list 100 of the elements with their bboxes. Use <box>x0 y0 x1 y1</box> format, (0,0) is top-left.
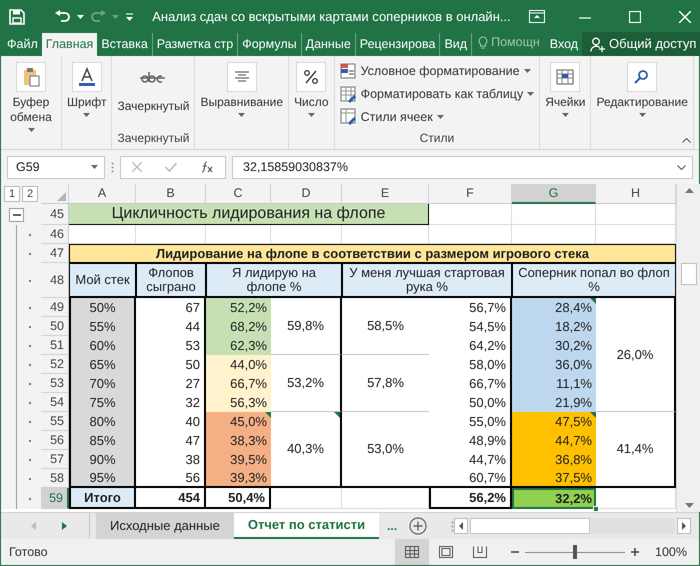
ribbon-button[interactable]: Ячейки <box>543 60 588 147</box>
row-header[interactable]: 51 <box>41 336 69 355</box>
expand-icon[interactable] <box>677 164 686 170</box>
row-header[interactable]: 56 <box>41 431 69 450</box>
ribbon-tab[interactable]: Главная <box>42 33 98 56</box>
scroll-right-icon[interactable] <box>677 518 691 534</box>
ribbon-button[interactable]: Выравнивание <box>198 60 286 147</box>
view-button[interactable] <box>395 539 430 565</box>
grip-icon <box>111 162 114 172</box>
column-header[interactable]: G <box>512 184 596 204</box>
undo-icon[interactable] <box>55 10 71 24</box>
name-box[interactable]: G59 <box>7 156 105 178</box>
column-header[interactable]: A <box>69 184 136 204</box>
caret-icon[interactable] <box>77 14 84 18</box>
table-cell: 56 <box>136 469 206 488</box>
column-header[interactable]: B <box>136 184 206 204</box>
ribbon-button[interactable]: Шрифт <box>65 60 108 147</box>
zoom-slider-thumb[interactable] <box>573 544 578 558</box>
table-cell: 65% <box>69 355 136 374</box>
caret-icon[interactable] <box>527 92 534 96</box>
page-layout-icon <box>439 546 454 558</box>
sign-in-link[interactable]: Вход <box>546 33 582 56</box>
column-heading: Я лидирую на флопе % <box>206 263 342 298</box>
caret-icon[interactable] <box>28 128 34 132</box>
row-header[interactable]: 54 <box>41 393 69 412</box>
ribbon-display-icon[interactable] <box>529 10 545 23</box>
next-sheet-icon[interactable] <box>62 522 67 530</box>
column-header[interactable]: E <box>342 184 429 204</box>
ribbon-button[interactable]: Зачеркнутый <box>115 60 192 129</box>
share-button[interactable]: Общий доступ <box>582 32 700 56</box>
column-header[interactable]: D <box>271 184 342 204</box>
column-heading: Соперник попал во флоп % <box>512 263 676 298</box>
table-cell: 53,2% <box>271 355 342 412</box>
zoom-level[interactable]: 100% <box>655 542 687 562</box>
outline-level-button[interactable]: 2 <box>22 186 38 202</box>
ribbon-button[interactable]: Условное форматирование <box>338 61 536 82</box>
scroll-down-icon[interactable] <box>684 503 694 508</box>
caret-icon[interactable] <box>638 113 646 117</box>
new-sheet-icon[interactable] <box>409 517 428 535</box>
table-cell: 36,8% <box>512 450 596 469</box>
column-header[interactable]: C <box>206 184 271 204</box>
collapse-ribbon-icon[interactable] <box>682 138 691 143</box>
collapse-button[interactable] <box>9 208 24 222</box>
table-cell: 39,3% <box>206 469 271 488</box>
formula-field[interactable]: 32,15859030837% <box>232 156 693 178</box>
row-header[interactable]: 52 <box>41 355 69 374</box>
caret-icon[interactable] <box>238 113 246 117</box>
ribbon-tab[interactable]: Файл <box>3 33 42 56</box>
group-label: Зачеркнутый <box>117 130 190 147</box>
close-icon[interactable] <box>679 10 691 22</box>
table-title: Цикличность лидирования на флопе <box>69 204 429 225</box>
scroll-up-icon[interactable] <box>684 188 694 193</box>
row-header[interactable]: 48 <box>41 263 69 298</box>
lightbulb-icon[interactable] <box>478 36 488 50</box>
redo-icon <box>90 10 106 24</box>
table-cell: 56,2% <box>429 488 512 509</box>
row-header[interactable]: 55 <box>41 412 69 431</box>
customize-menu-icon[interactable] <box>125 12 134 20</box>
row-header[interactable]: 59 <box>41 488 69 509</box>
row-header[interactable]: 47 <box>41 244 69 263</box>
page-break-icon <box>473 546 488 558</box>
table-cell: 55% <box>69 317 136 336</box>
caret-icon[interactable] <box>524 69 531 74</box>
caret-icon[interactable] <box>562 113 569 117</box>
row-header[interactable]: 50 <box>41 317 69 336</box>
maximize-icon[interactable] <box>629 10 641 22</box>
sheet-cell <box>271 225 342 244</box>
row-header[interactable]: 58 <box>41 469 69 488</box>
caret-icon[interactable] <box>83 113 90 117</box>
row-header[interactable]: 45 <box>41 204 69 225</box>
table-cell: 21,9% <box>512 393 596 412</box>
caret-icon[interactable] <box>308 113 315 117</box>
column-heading: Флопов сыграно <box>136 263 206 298</box>
table-cell: 38,3% <box>206 431 271 450</box>
ribbon-button[interactable]: Форматировать как таблицу <box>338 84 536 104</box>
save-icon[interactable] <box>9 8 25 24</box>
row-header[interactable]: 46 <box>41 225 69 244</box>
scrollbar-thumb[interactable] <box>470 518 590 534</box>
row-header[interactable]: 57 <box>41 450 69 469</box>
window-title: Анализ сдач со вскрытыми картами соперников в онлайн... <box>151 8 512 26</box>
ribbon-button[interactable]: Редактирование <box>594 60 690 147</box>
sheet-tab[interactable]: Исходные данные <box>96 513 234 539</box>
row-header[interactable]: 53 <box>41 374 69 393</box>
scroll-left-icon[interactable] <box>454 518 468 534</box>
fill-handle[interactable] <box>593 506 599 512</box>
ribbon-button[interactable]: Буфер обмена <box>4 60 58 147</box>
sheet-tab[interactable]: Отчет по статисти <box>234 513 380 539</box>
ribbon-button[interactable]: Стили ячеек <box>338 106 536 128</box>
zoom-in-icon[interactable] <box>631 548 640 556</box>
caret-icon[interactable] <box>91 165 98 169</box>
ribbon-button[interactable]: Число <box>292 60 331 147</box>
more-sheets-button[interactable]: ... <box>379 517 406 535</box>
insert-function-icon[interactable] <box>200 161 214 173</box>
caret-icon[interactable] <box>436 114 444 119</box>
row-header[interactable]: 49 <box>41 298 69 317</box>
scrollbar-thumb[interactable] <box>681 263 697 285</box>
conditional-format-icon <box>340 62 357 80</box>
column-header[interactable]: F <box>429 184 512 204</box>
column-header[interactable]: H <box>596 184 676 204</box>
outline-level-button[interactable]: 1 <box>4 186 20 202</box>
